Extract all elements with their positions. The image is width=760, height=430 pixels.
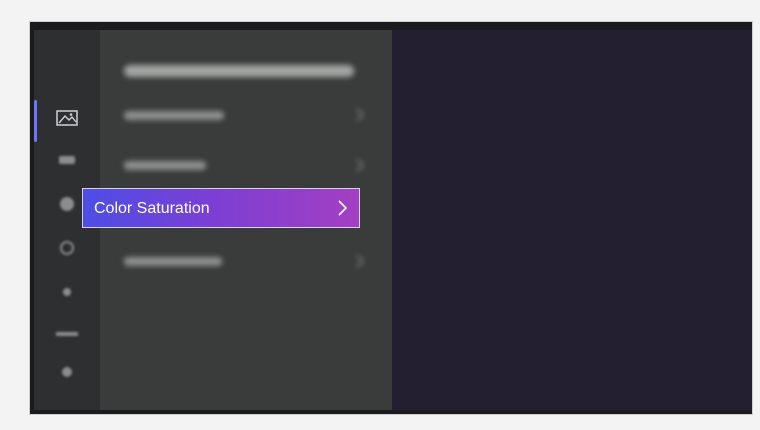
display-icon[interactable] (56, 240, 78, 256)
menu-row-blurred[interactable] (124, 158, 365, 180)
menu-item-color-saturation[interactable]: Color Saturation (82, 188, 360, 228)
sound-icon[interactable] (56, 152, 78, 168)
chevron-right-icon (356, 108, 365, 126)
chevron-right-icon (356, 254, 365, 272)
chevron-right-icon (356, 158, 365, 176)
network-icon[interactable] (56, 196, 78, 212)
menu-item-label: Color Saturation (94, 200, 210, 217)
support-icon[interactable] (56, 364, 78, 380)
chevron-right-icon (337, 198, 349, 218)
menu-row-blurred[interactable] (124, 108, 365, 130)
menu-row-blurred[interactable] (124, 254, 365, 276)
picture-icon[interactable] (56, 110, 78, 126)
panel-title-blurred (124, 60, 364, 86)
system-icon[interactable] (56, 326, 78, 342)
preview-area (392, 30, 752, 410)
rail-selection-indicator (34, 100, 37, 142)
accessibility-icon[interactable] (56, 284, 78, 300)
